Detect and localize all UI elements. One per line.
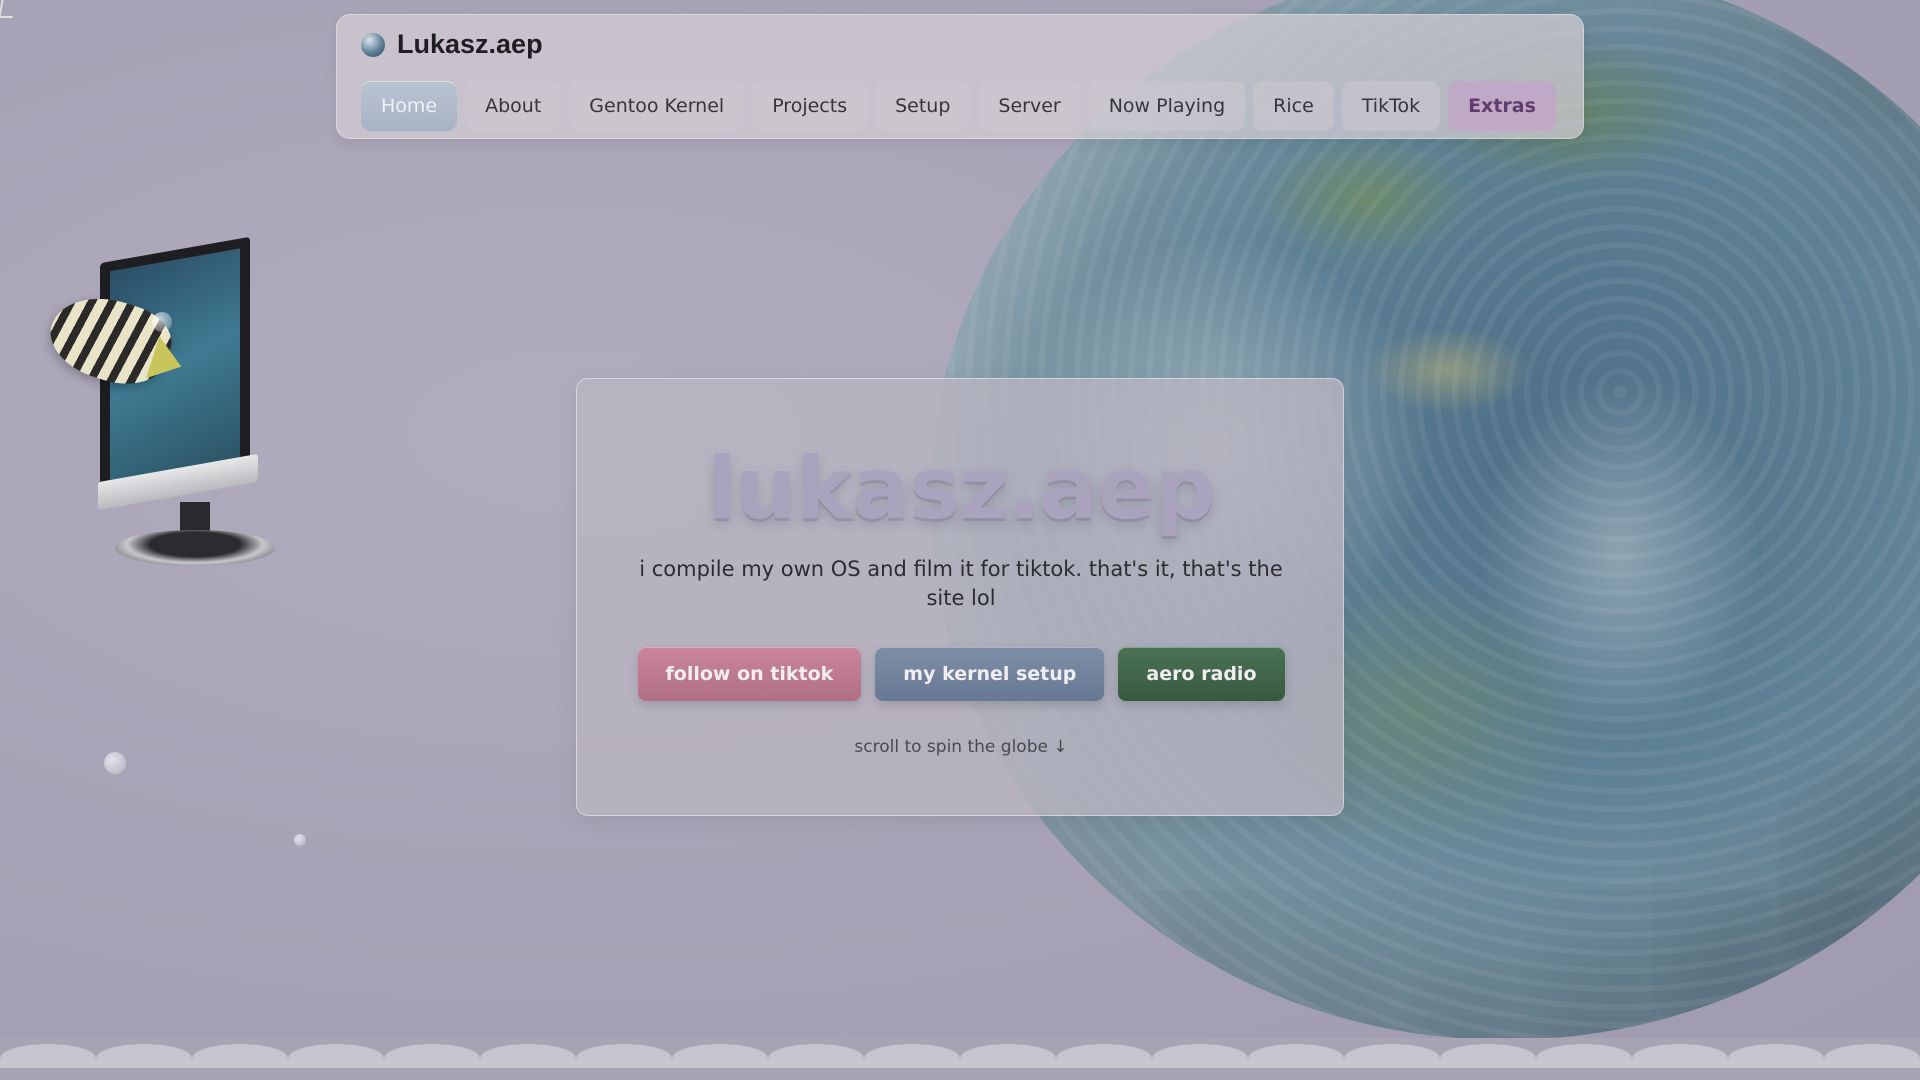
hero-subtitle: i compile my own OS and film it for tikt… — [639, 557, 1283, 610]
floor-band — [0, 1058, 1920, 1068]
aero-radio-button[interactable]: aero radio — [1118, 647, 1285, 701]
monitor-stand-base — [115, 530, 275, 566]
nav-menu: Home About Gentoo Kernel Projects Setup … — [361, 81, 1556, 131]
hero-buttons: follow on tiktok my kernel setup aero ra… — [577, 647, 1345, 701]
nav-item-setup[interactable]: Setup — [875, 81, 971, 131]
brand[interactable]: Lukasz.aep — [361, 29, 543, 60]
bubble — [104, 752, 126, 774]
bubble — [294, 834, 306, 846]
monitor-fish-decoration — [40, 236, 300, 580]
page-background: Lukasz.aep Home About Gentoo Kernel Proj… — [0, 0, 1920, 1080]
nav-item-projects[interactable]: Projects — [752, 81, 868, 131]
nav-item-about[interactable]: About — [465, 81, 562, 131]
globe-orb-icon — [361, 32, 385, 57]
nav-item-tiktok[interactable]: TikTok — [1341, 81, 1441, 131]
nav-item-home[interactable]: Home — [361, 81, 458, 131]
nav-item-gentoo-kernel[interactable]: Gentoo Kernel — [569, 81, 745, 131]
cursor-icon — [0, 0, 16, 18]
site-title: Lukasz.aep — [397, 29, 543, 59]
nav-item-now-playing[interactable]: Now Playing — [1088, 81, 1246, 131]
hero-title: lukasz.aep — [707, 439, 1216, 539]
floor-wave — [0, 1036, 1920, 1058]
scroll-hint: scroll to spin the globe ↓ — [854, 737, 1068, 757]
nav-item-server[interactable]: Server — [978, 81, 1081, 131]
top-navigation-bar: Lukasz.aep Home About Gentoo Kernel Proj… — [336, 14, 1584, 139]
nav-item-rice[interactable]: Rice — [1253, 81, 1334, 131]
nav-item-extras[interactable]: Extras — [1448, 81, 1556, 131]
kernel-setup-button[interactable]: my kernel setup — [875, 647, 1105, 701]
bubble — [152, 312, 172, 332]
hero-card: lukasz.aep i compile my own OS and film … — [576, 378, 1344, 816]
follow-tiktok-button[interactable]: follow on tiktok — [637, 647, 862, 701]
